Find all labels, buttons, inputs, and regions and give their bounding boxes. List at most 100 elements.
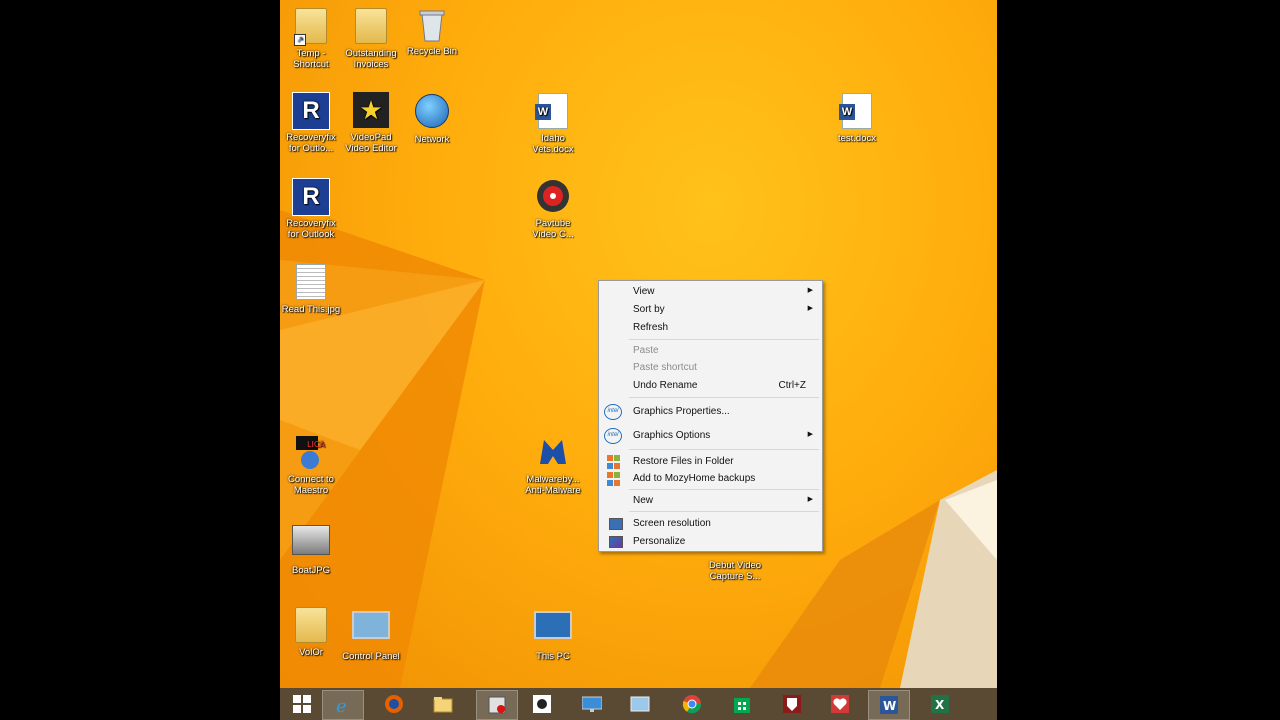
icon-label: test.docx [837,133,877,144]
desktop-icon-read-this[interactable]: Read This.jpg [280,263,342,315]
taskbar-lenovo[interactable] [572,690,612,718]
personalize-icon [609,536,623,548]
icon-label: Idaho Vets.docx [532,133,574,155]
menu-item-screen-resolution[interactable]: Screen resolution [599,515,822,532]
desktop-icon-malwarebytes[interactable]: Malwareby... Anti-Malware [522,434,584,496]
menu-item-graphics-options[interactable]: intel Graphics Options ▶ [599,427,822,444]
taskbar-store[interactable] [722,690,762,718]
menu-item-view[interactable]: View ▶ [599,283,822,300]
menu-item-refresh[interactable]: Refresh [599,319,822,336]
submenu-arrow-icon: ▶ [807,305,813,312]
taskbar-excel[interactable]: X [920,690,960,718]
icon-label: Recycle Bin [406,46,458,57]
intel-logo-icon: intel [604,428,622,444]
icon-label: Debut Video Capture S... [708,560,762,582]
icon-label: Recoveryfix for Outlook [286,218,336,240]
image-file-icon [296,264,326,300]
taskbar-file-explorer[interactable] [423,690,463,718]
menu-separator [629,449,819,450]
menu-item-paste[interactable]: Paste [599,342,822,359]
taskbar-recorder[interactable] [476,690,518,720]
folder-icon [355,8,387,44]
icon-label: VideoPad Video Editor [345,132,397,154]
menu-item-undo-rename[interactable]: Undo Rename Ctrl+Z [599,377,822,394]
desktop-icon-recoveryfix-2[interactable]: R Recoveryfix for Outlook [280,178,342,240]
file-explorer-icon [433,697,453,713]
menu-separator [629,511,819,512]
recorder-icon [488,696,506,714]
menu-item-new[interactable]: New ▶ [599,492,822,509]
desktop-icon-recycle-bin[interactable]: Recycle Bin [401,6,463,57]
folder-icon [295,607,327,643]
desktop-icon-recoveryfix-1[interactable]: R Recoveryfix for Outlo... [280,92,342,154]
svg-text:LICA: LICA [307,440,325,449]
menu-item-restore-files[interactable]: Restore Files in Folder [599,453,822,470]
image-thumbnail-icon [292,525,330,555]
taskbar: e W X [280,688,997,720]
recycle-bin-icon [419,10,445,42]
icon-label: This PC [536,651,570,662]
menu-item-graphics-properties[interactable]: intel Graphics Properties... [599,403,822,420]
taskbar-word[interactable]: W [868,690,910,720]
taskbar-inkscape[interactable] [522,690,562,718]
taskbar-health[interactable] [820,690,860,718]
menu-item-label: Personalize [633,536,686,547]
taskbar-internet-explorer[interactable]: e [322,690,364,720]
store-icon [734,698,750,713]
taskbar-start-button[interactable] [282,690,322,718]
menu-item-label: Restore Files in Folder [633,456,734,467]
lenovo-monitor-icon [582,696,602,712]
menu-item-label: Graphics Properties... [633,406,730,417]
inkscape-icon [533,695,551,713]
icon-label: Network [414,134,450,145]
taskbar-remote-desktop[interactable] [620,690,660,718]
screen-resolution-icon [609,518,623,530]
desktop-icon-control-panel[interactable]: Control Panel [340,605,402,662]
menu-item-personalize[interactable]: Personalize [599,533,822,550]
menu-item-add-mozy[interactable]: Add to MozyHome backups [599,470,822,487]
taskbar-chrome[interactable] [672,690,712,718]
desktop-icon-volor[interactable]: VolOr [280,605,342,658]
excel-icon: X [931,695,949,713]
network-globe-icon [415,94,449,128]
videopad-star-icon: ★ [353,92,389,128]
firefox-icon [385,695,403,713]
menu-item-label: New [633,495,654,506]
svg-text:W: W [883,699,896,713]
menu-item-label: Refresh [633,322,669,333]
desktop-icon-this-pc[interactable]: This PC [522,605,584,662]
desktop-icon-network[interactable]: Network [401,92,463,145]
submenu-arrow-icon: ▶ [807,431,813,438]
desktop-icon-boatjpg[interactable]: BoatJPG [280,520,342,576]
icon-label: Outstanding Invoices [345,48,397,70]
icon-label: Recoveryfix for Outlo... [286,132,336,154]
menu-item-label: Paste shortcut [633,362,697,373]
icon-label: VolOr [299,647,323,658]
desktop-icon-pavtube[interactable]: Pavtube Video C... [522,178,584,240]
menu-item-label: Undo Rename [633,380,698,391]
taskbar-nfl[interactable] [772,690,812,718]
submenu-arrow-icon: ▶ [807,496,813,503]
desktop-icon-connect-to-maestro[interactable]: LICA Connect to Maestro [280,434,342,496]
menu-item-sort-by[interactable]: Sort by ▶ [599,301,822,318]
desktop-icon-idaho-vets[interactable]: W Idaho Vets.docx [522,92,584,155]
menu-item-label: Paste [633,345,659,356]
menu-item-label: Screen resolution [633,518,711,529]
desktop-icon-videopad[interactable]: ★ VideoPad Video Editor [340,92,402,154]
computer-icon [534,611,572,639]
menu-item-label: View [633,286,655,297]
desktop-icon-temp[interactable]: ↗ Temp - Shortcut [280,6,342,70]
menu-item-paste-shortcut[interactable]: Paste shortcut [599,359,822,376]
taskbar-firefox[interactable] [374,690,414,718]
desktop-icon-test-docx[interactable]: W test.docx [826,92,888,144]
word-document-icon: W [535,93,568,129]
menu-item-label: Add to MozyHome backups [633,473,756,484]
icon-label: Connect to Maestro [288,474,334,496]
chrome-icon [682,695,702,714]
recoveryfix-icon: R [292,92,330,130]
recoveryfix-icon: R [292,178,330,216]
remote-desktop-icon [630,696,650,712]
nfl-icon [783,695,801,713]
desktop-icon-outstanding-invoices[interactable]: Outstanding Invoices [340,6,402,70]
icon-label: Pavtube Video C... [532,218,574,240]
